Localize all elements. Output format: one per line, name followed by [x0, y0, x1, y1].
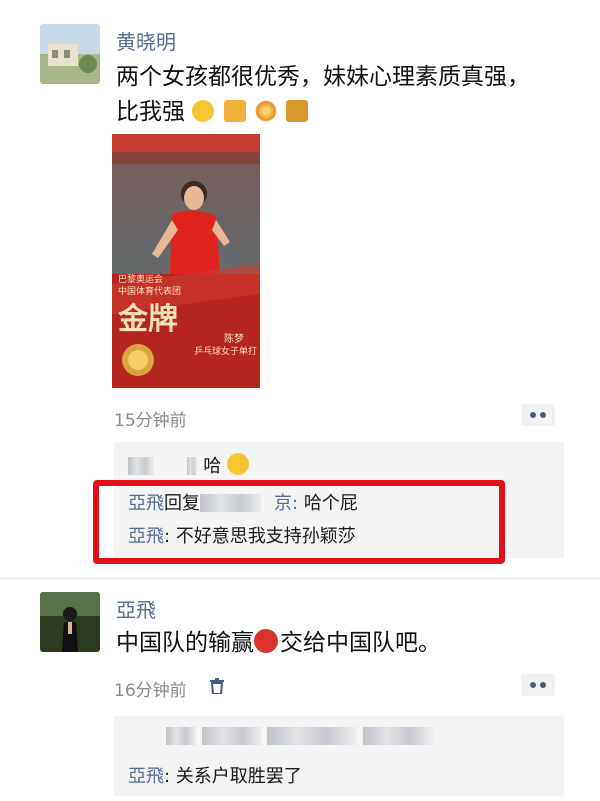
- comment-text: 哈个屁: [303, 493, 358, 514]
- blurred-username: [166, 727, 196, 745]
- comment-separator: :: [164, 766, 176, 787]
- post-text-fragment: 中国队的输赢: [116, 630, 254, 656]
- author-name[interactable]: 亞飛: [116, 594, 156, 623]
- blurred-username: [267, 727, 358, 745]
- post-text-line: 比我强: [116, 95, 530, 130]
- image-athlete-name: 陈梦: [224, 334, 244, 345]
- thumbs-up-emoji-icon: [223, 100, 246, 122]
- comment-text: 哈: [203, 456, 222, 477]
- comment-separator: :: [164, 526, 176, 547]
- grin-emoji-icon: [226, 453, 249, 475]
- post-text-fragment: 比我强: [116, 99, 185, 125]
- fireworks-emoji-icon: [254, 100, 277, 122]
- more-options-button[interactable]: [521, 674, 555, 696]
- ping-pong-emoji-icon: [254, 629, 278, 653]
- post-image[interactable]: 巴黎奥运会 中国体育代表团 金牌 陈梦 乒乓球女子单打: [112, 134, 260, 388]
- post-divider: [0, 578, 600, 579]
- comment-author[interactable]: 亞飛: [128, 526, 164, 547]
- blurred-username: [201, 727, 262, 745]
- image-medal-text: 金牌: [118, 302, 178, 337]
- post-text-line: 两个女孩都很优秀，妹妹心理素质真强，: [116, 64, 530, 90]
- comment-item[interactable]: 亞飛: 关系户取胜罢了: [128, 762, 302, 788]
- delete-icon[interactable]: [210, 678, 224, 695]
- grin-emoji-icon: [192, 100, 215, 122]
- author-avatar[interactable]: [40, 24, 100, 84]
- more-options-button[interactable]: [521, 404, 555, 426]
- comment-text: 关系户取胜罢了: [175, 766, 302, 787]
- comment-item[interactable]: 哈: [128, 452, 251, 478]
- post-timestamp: 16分钟前: [114, 681, 187, 701]
- blurred-username: [200, 494, 262, 512]
- post-text: 两个女孩都很优秀，妹妹心理素质真强， 比我强: [116, 60, 530, 130]
- beer-emoji-icon: [286, 100, 309, 122]
- comment-author[interactable]: 亞飛: [128, 766, 164, 787]
- blurred-username: [363, 727, 434, 745]
- reply-target-name[interactable]: 京:: [274, 493, 298, 514]
- comment-item: [166, 726, 434, 747]
- post-timestamp: 15分钟前: [114, 411, 187, 431]
- author-name[interactable]: 黄晓明: [116, 26, 176, 55]
- author-avatar[interactable]: [40, 592, 100, 652]
- image-event-name: 乒乓球女子单打: [194, 347, 258, 357]
- comment-item[interactable]: 亞飛: 不好意思我支持孙颖莎: [128, 522, 356, 548]
- blurred-username: [128, 457, 154, 475]
- blurred-username: [187, 457, 198, 475]
- comment-item[interactable]: 亞飛回复 京: 哈个屁: [128, 489, 358, 515]
- comment-author[interactable]: 亞飛: [128, 493, 164, 514]
- post-text-fragment: 交给中国队吧。: [280, 630, 441, 656]
- comment-text: 不好意思我支持孙颖莎: [175, 526, 356, 547]
- reply-word: 回复: [164, 493, 200, 514]
- post-text: 中国队的输赢 交给中国队吧。: [116, 626, 441, 661]
